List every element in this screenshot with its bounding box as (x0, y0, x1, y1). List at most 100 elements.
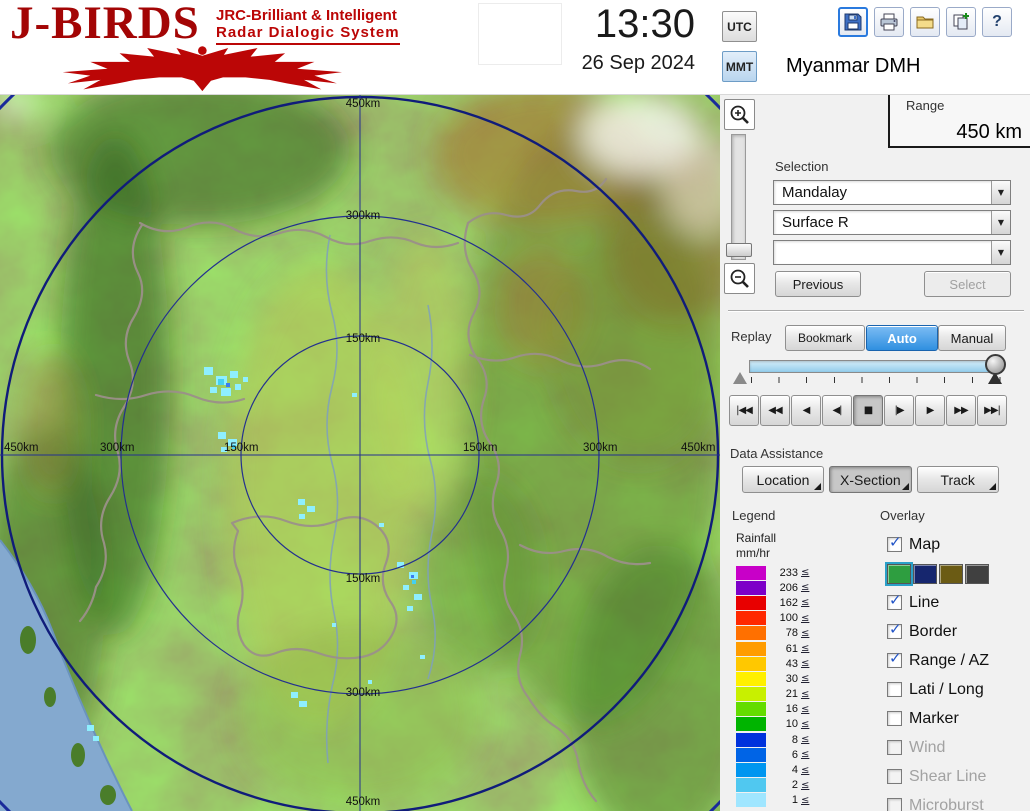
timeline-start-marker[interactable] (733, 372, 747, 384)
print-button[interactable] (874, 7, 904, 37)
map-style-swatch[interactable] (887, 564, 911, 584)
overlay-item[interactable]: ✓ Line (887, 588, 1029, 617)
rainfall-legend: 233 ≤ 206 ≤ 162 ≤ 100 ≤ 78 ≤ 61 ≤ (736, 565, 846, 808)
assistance-button[interactable]: X-Section (829, 466, 912, 493)
ring-label: 450km (4, 442, 39, 454)
ring-label: 150km (224, 442, 259, 454)
legend-row: 206 ≤ (736, 580, 846, 595)
overlay-checkbox[interactable]: ✓ (887, 682, 902, 697)
bookmark-button[interactable]: Bookmark (785, 325, 865, 351)
legend-lte-symbol: ≤ (801, 567, 809, 578)
assistance-button[interactable]: Location (742, 466, 824, 493)
radar-map-canvas[interactable]: 450km 300km 150km 150km 300km 450km 450k… (0, 95, 720, 811)
legend-row: 233 ≤ (736, 565, 846, 580)
zoom-slider-thumb[interactable] (726, 243, 752, 257)
legend-row: 6 ≤ (736, 747, 846, 762)
legend-value: 162 (772, 597, 798, 609)
auto-button[interactable]: Auto (866, 325, 938, 351)
save-button[interactable] (838, 7, 868, 37)
legend-color-swatch (736, 611, 766, 625)
ring-label: 300km (583, 442, 618, 454)
zoom-out-icon (729, 268, 751, 290)
dropdown-arrow-button[interactable]: ▼ (991, 181, 1010, 204)
overlay-item[interactable]: ✓ Wind (887, 733, 1029, 762)
overlay-item[interactable]: ✓ Microburst (887, 791, 1029, 811)
replay-control-button[interactable]: ■ (853, 395, 883, 426)
manual-button[interactable]: Manual (938, 325, 1006, 351)
station-title: Myanmar DMH (786, 55, 920, 78)
replay-label: Replay (731, 329, 771, 344)
overlay-checkbox[interactable]: ✓ (887, 769, 902, 784)
overlay-checkbox[interactable]: ✓ (887, 740, 902, 755)
timeline-track[interactable] (749, 360, 1002, 373)
overlay-item[interactable]: ✓ Border (887, 617, 1029, 646)
replay-control-button[interactable]: |◀◀ (729, 395, 759, 426)
selection-dropdowns: Mandalay ▼ Surface R ▼ ▼ (773, 180, 1011, 270)
replay-control-button[interactable]: ▶ (915, 395, 945, 426)
legend-lte-symbol: ≤ (801, 628, 809, 639)
mmt-button[interactable]: MMT (722, 51, 757, 82)
zoom-in-icon (729, 104, 751, 126)
legend-row: 21 ≤ (736, 687, 846, 702)
overlay-checkbox[interactable]: ✓ (887, 653, 902, 668)
dropdown-arrow-button[interactable]: ▼ (991, 241, 1010, 264)
ring-label: 150km (463, 442, 498, 454)
legend-lte-symbol: ≤ (801, 673, 809, 684)
replay-control-button[interactable]: |▶ (884, 395, 914, 426)
chevron-down-icon: ▼ (998, 188, 1004, 197)
legend-row: 10 ≤ (736, 717, 846, 732)
map-checkbox[interactable]: ✓ (887, 537, 902, 552)
overlay-item[interactable]: ✓ Shear Line (887, 762, 1029, 791)
check-icon: ✓ (889, 649, 902, 667)
replay-control-button[interactable]: ▶▶ (946, 395, 976, 426)
overlay-label: Overlay (880, 508, 925, 523)
ring-label: 300km (100, 442, 135, 454)
overlay-item[interactable]: ✓ Lati / Long (887, 675, 1029, 704)
ring-label: 450km (346, 796, 381, 808)
map-style-swatch[interactable] (939, 564, 963, 584)
timeline-ticks (751, 377, 1001, 383)
selection-dropdown[interactable]: ▼ (773, 240, 1011, 265)
zoom-slider-track[interactable] (731, 134, 746, 260)
overlay-checkbox[interactable]: ✓ (887, 624, 902, 639)
zoom-out-button[interactable] (724, 263, 755, 294)
replay-control-button[interactable]: ◀◀ (760, 395, 790, 426)
selection-dropdown[interactable]: Mandalay ▼ (773, 180, 1011, 205)
select-button[interactable]: Select (924, 271, 1011, 297)
radar-map[interactable]: 450km 300km 150km 150km 300km 450km 450k… (0, 95, 720, 811)
utc-button[interactable]: UTC (722, 11, 757, 42)
overlay-item[interactable]: ✓ Range / AZ (887, 646, 1029, 675)
export-button[interactable] (946, 7, 976, 37)
selection-dropdown[interactable]: Surface R ▼ (773, 210, 1011, 235)
ring-label: 450km (346, 98, 381, 110)
map-style-swatch[interactable] (965, 564, 989, 584)
zoom-in-button[interactable] (724, 99, 755, 130)
replay-control-button[interactable]: ◀| (822, 395, 852, 426)
export-icon (951, 12, 971, 32)
legend-color-swatch (736, 596, 766, 610)
legend-lte-symbol: ≤ (801, 704, 809, 715)
overlay-checkbox[interactable]: ✓ (887, 711, 902, 726)
timeline-slider-thumb[interactable] (985, 354, 1006, 375)
selection-label: Selection (775, 159, 828, 174)
chevron-down-icon: ▼ (998, 248, 1004, 257)
previous-button[interactable]: Previous (775, 271, 861, 297)
clock-date: 26 Sep 2024 (545, 51, 695, 75)
legend-value: 43 (772, 658, 798, 670)
open-button[interactable] (910, 7, 940, 37)
overlay-item-label: Map (909, 536, 940, 554)
help-button[interactable]: ? (982, 7, 1012, 37)
overlay-checkbox[interactable]: ✓ (887, 595, 902, 610)
assistance-button[interactable]: Track (917, 466, 999, 493)
overlay-item[interactable]: ✓ Marker (887, 704, 1029, 733)
overlay-item-label: Lati / Long (909, 681, 984, 699)
app-logo-subtitle: JRC-Brilliant & Intelligent Radar Dialog… (216, 7, 400, 45)
legend-lte-symbol: ≤ (801, 795, 809, 806)
overlay-item-map[interactable]: ✓ Map (887, 530, 1029, 559)
legend-row: 30 ≤ (736, 671, 846, 686)
overlay-checkbox[interactable]: ✓ (887, 798, 902, 811)
dropdown-arrow-button[interactable]: ▼ (991, 211, 1010, 234)
replay-control-button[interactable]: ▶▶| (977, 395, 1007, 426)
map-style-swatch[interactable] (913, 564, 937, 584)
replay-control-button[interactable]: ◀ (791, 395, 821, 426)
